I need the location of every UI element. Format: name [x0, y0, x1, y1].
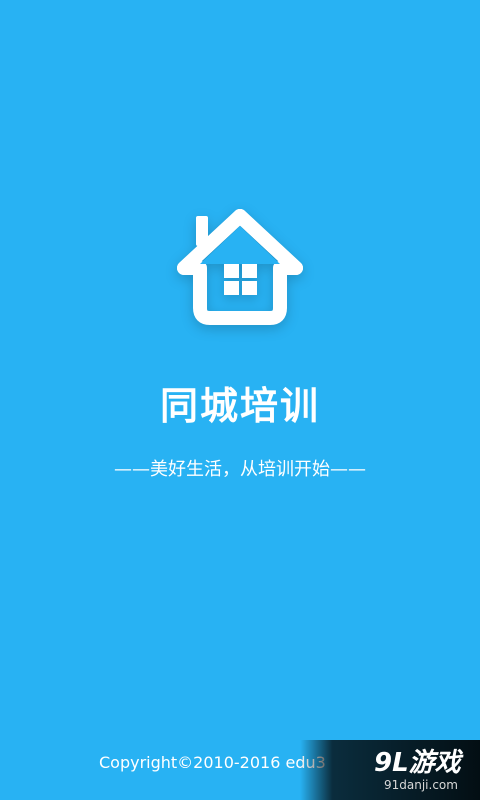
copyright-text: Copyright©2010-2016 edu3: [99, 753, 326, 772]
app-slogan: ——美好生活，从培训开始——: [114, 459, 366, 480]
house-icon: [172, 204, 308, 328]
watermark-domain: 91danji.com: [384, 778, 458, 792]
watermark-logo: 9L游戏 91danji.com: [374, 748, 474, 796]
watermark-brand: 9L游戏: [374, 748, 461, 778]
splash-screen: 同城培训 ——美好生活，从培训开始—— Copyright©2010-2016 …: [0, 0, 480, 800]
app-title: 同城培训: [159, 384, 320, 428]
watermark-badge: 9L游戏 91danji.com: [300, 740, 480, 800]
